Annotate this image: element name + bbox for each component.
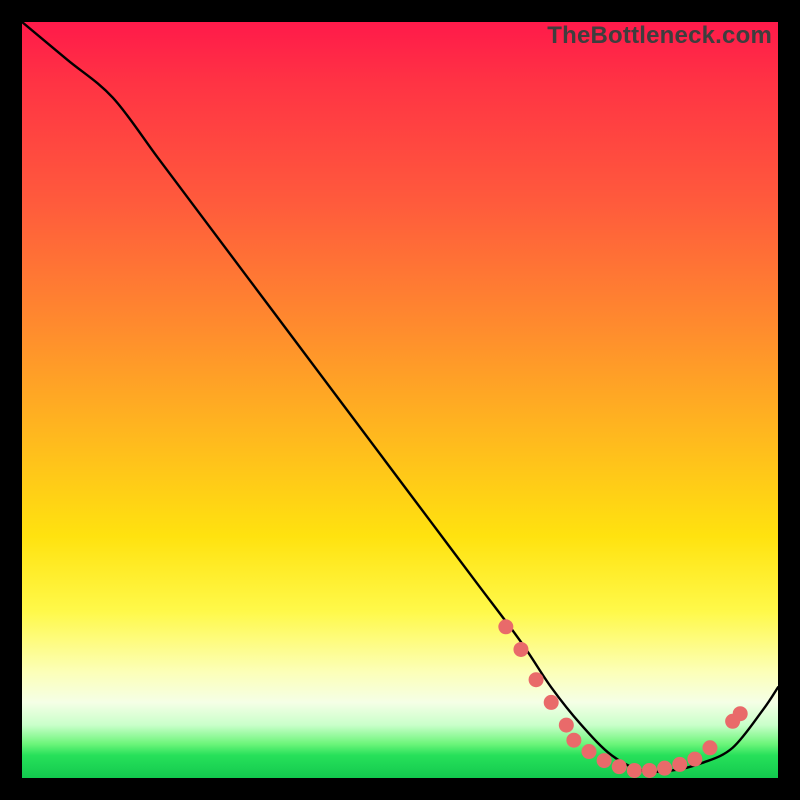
chart-frame: TheBottleneck.com: [0, 0, 800, 800]
data-marker: [612, 759, 627, 774]
curve-layer: [22, 22, 778, 772]
data-marker: [657, 761, 672, 776]
data-marker: [529, 672, 544, 687]
data-marker: [559, 718, 574, 733]
data-marker: [513, 642, 528, 657]
bottleneck-chart-svg: [22, 22, 778, 778]
data-marker: [544, 695, 559, 710]
data-marker: [702, 740, 717, 755]
markers-layer: [498, 619, 747, 778]
bottleneck-curve-path: [22, 22, 778, 772]
data-marker: [733, 706, 748, 721]
data-marker: [582, 744, 597, 759]
data-marker: [498, 619, 513, 634]
plot-area: TheBottleneck.com: [22, 22, 778, 778]
watermark-text: TheBottleneck.com: [547, 22, 772, 50]
data-marker: [566, 733, 581, 748]
data-marker: [627, 763, 642, 778]
data-marker: [672, 757, 687, 772]
data-marker: [642, 763, 657, 778]
data-marker: [597, 753, 612, 768]
data-marker: [687, 752, 702, 767]
